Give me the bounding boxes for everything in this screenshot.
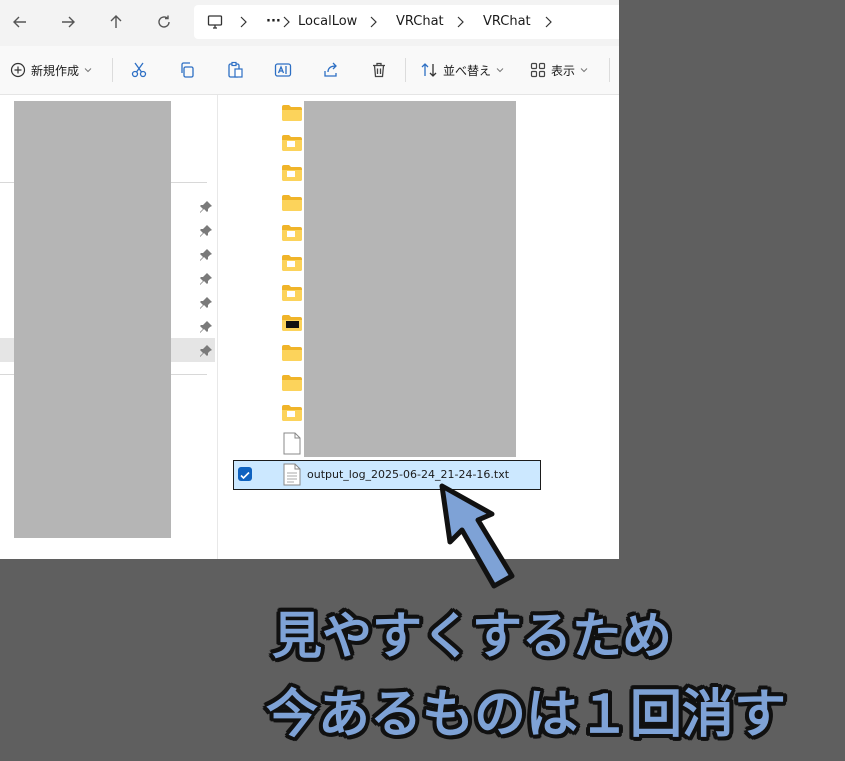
paste-icon: [228, 61, 243, 78]
pin-icon[interactable]: [199, 319, 213, 333]
folder-icon[interactable]: [281, 224, 303, 242]
chevron-right-icon: [283, 16, 290, 28]
paste-button[interactable]: [226, 56, 244, 84]
new-label: 新規作成: [31, 63, 80, 78]
up-arrow-icon: [110, 15, 122, 28]
folder-icon[interactable]: [281, 404, 303, 422]
pin-icon[interactable]: [199, 199, 213, 213]
chevron-down-icon: [496, 68, 504, 73]
check-icon: [240, 471, 250, 480]
caption-line-2: 今あるものは１回消す: [266, 685, 787, 745]
file-explorer-window: ··· LocalLow VRChat VRChat 新規作成 並べ替え 表示 …: [0, 0, 619, 559]
plus-circle-icon: [10, 62, 26, 78]
toolbar-divider: [609, 58, 610, 82]
delete-button[interactable]: [370, 56, 388, 84]
folder-icon[interactable]: [281, 254, 303, 272]
chevron-right-icon: [545, 16, 552, 28]
chevron-right-icon: [370, 16, 377, 28]
up-button[interactable]: [101, 7, 131, 37]
chevron-right-icon: [240, 16, 247, 28]
toolbar-divider: [112, 58, 113, 82]
monitor-icon: [207, 15, 223, 29]
back-arrow-icon: [13, 16, 26, 28]
forward-arrow-icon: [62, 16, 75, 28]
folder-icon[interactable]: [281, 194, 303, 212]
navigation-pane: [0, 95, 216, 559]
copy-icon: [181, 62, 194, 78]
folder-icon[interactable]: [281, 164, 303, 182]
text-file-icon: [283, 432, 301, 455]
share-icon: [324, 62, 337, 77]
folder-icon[interactable]: [281, 134, 303, 152]
chevron-down-icon: [84, 68, 92, 73]
refresh-icon: [158, 15, 170, 28]
pin-icon[interactable]: [199, 343, 213, 357]
toolbar-divider: [405, 58, 406, 82]
folder-icon[interactable]: [281, 374, 303, 392]
folder-icon[interactable]: [281, 314, 303, 332]
chevron-down-icon: [580, 68, 588, 73]
forward-button[interactable]: [53, 7, 83, 37]
breadcrumb-item-locallow[interactable]: LocalLow: [298, 5, 357, 39]
folder-icon[interactable]: [281, 104, 303, 122]
chevron-right-icon: [457, 16, 464, 28]
redacted-file-names: [304, 101, 516, 457]
sort-button[interactable]: 並べ替え: [420, 56, 504, 84]
view-button[interactable]: 表示: [530, 56, 588, 84]
sort-label: 並べ替え: [443, 63, 492, 78]
sort-arrows-icon: [421, 63, 437, 77]
rename-icon: [274, 63, 292, 77]
folder-icon[interactable]: [281, 284, 303, 302]
refresh-button[interactable]: [149, 7, 179, 37]
breadcrumb-item-vrchat[interactable]: VRChat: [396, 5, 444, 39]
pin-icon[interactable]: [199, 295, 213, 309]
grid-view-icon: [530, 62, 546, 78]
address-bar[interactable]: ··· LocalLow VRChat VRChat: [194, 5, 619, 39]
share-button[interactable]: [322, 56, 340, 84]
new-button[interactable]: 新規作成: [10, 56, 92, 84]
pin-icon[interactable]: [199, 247, 213, 261]
breadcrumb-item-vrchat-current[interactable]: VRChat: [483, 5, 531, 39]
pin-icon[interactable]: [199, 271, 213, 285]
scissors-icon: [131, 62, 147, 78]
pointer-arrow-annotation: [439, 483, 515, 589]
redacted-nav-items: [14, 101, 171, 538]
navigation-bar: ··· LocalLow VRChat VRChat: [0, 0, 619, 46]
command-toolbar: 新規作成 並べ替え 表示: [0, 46, 619, 95]
cut-button[interactable]: [130, 56, 148, 84]
folder-icon[interactable]: [281, 344, 303, 362]
breadcrumb-more[interactable]: ···: [266, 5, 281, 39]
pin-icon[interactable]: [199, 223, 213, 237]
text-file-icon: [283, 463, 301, 486]
view-label: 表示: [551, 63, 576, 78]
caption-line-1: 見やすくするため: [272, 607, 672, 665]
pane-divider: [217, 95, 218, 559]
file-checkbox[interactable]: [238, 467, 252, 481]
trash-icon: [373, 62, 385, 78]
copy-button[interactable]: [178, 56, 196, 84]
rename-button[interactable]: [274, 56, 292, 84]
back-button[interactable]: [5, 7, 35, 37]
